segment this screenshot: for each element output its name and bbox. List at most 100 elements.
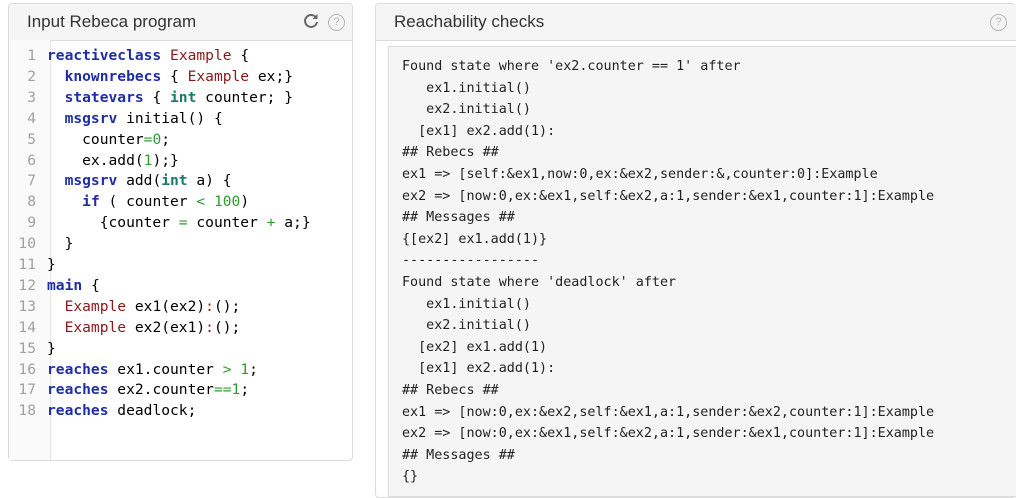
code-line[interactable]: 15} [9,339,56,359]
code-token: main [47,276,83,294]
output-line: [ex1] ex2.add(1): [402,123,556,139]
code-token: reaches [47,381,109,399]
line-number: 15 [18,339,36,357]
output-line: [ex1] ex2.add(1): [402,361,556,377]
code-token: { [82,276,100,294]
output-line: ## Rebecs ## [402,145,499,161]
code-token: == [213,381,232,399]
code-token: ex1.counter [108,360,223,378]
code-token: : [205,297,214,315]
code-token: if [82,193,100,211]
code-token: int [161,172,188,190]
line-number: 7 [27,172,36,190]
code-line[interactable]: 12 main { [9,276,100,296]
code-token: ex.add( [47,151,144,169]
code-token: deadlock; [108,402,197,420]
code-token: counter [47,130,144,148]
refresh-icon[interactable] [302,12,320,35]
code-token: ex;} [249,67,294,85]
code-token: initial() { [117,109,223,127]
line-number: 4 [27,109,36,127]
code-token: ; [240,381,250,399]
code-token: reaches [47,360,109,378]
code-token: (); [213,318,241,336]
code-token: a) { [187,172,232,190]
line-number: 16 [18,360,36,378]
code-line[interactable]: 9 {counter = counter + a;} [9,213,311,233]
code-editor[interactable]: 1 reactiveclass Example {2 knownrebecs { … [9,40,352,460]
code-token: Example [187,67,250,85]
code-token: reactiveclass [47,47,162,64]
code-token: Example [64,297,127,315]
code-line[interactable]: 8 if ( counter < 100) [9,192,249,212]
code-token: ; [161,130,171,148]
code-line[interactable]: 13 Example ex1(ex2):(); [9,297,240,317]
output-line: ex2.initial() [402,318,531,334]
code-text: counter=0; [42,131,170,148]
code-token: (); [213,297,241,315]
code-token: } [47,256,56,273]
code-line[interactable]: 5 counter=0; [9,130,170,150]
code-token: < [196,193,206,211]
code-text: reaches ex2.counter==1; [42,381,249,398]
input-program-header: Input Rebeca program ? [9,4,352,41]
output-line: ex1.initial() [402,296,531,312]
code-line[interactable]: 11} [9,255,56,275]
code-line[interactable]: 3 statevars { int counter; } [9,88,293,108]
code-token: 100 [213,193,241,211]
code-text: Example ex1(ex2):(); [42,297,241,315]
code-line[interactable]: 14 Example ex2(ex1):(); [9,318,240,338]
help-icon[interactable]: ? [990,14,1007,31]
code-text: knownrebecs { Example ex;} [42,68,293,85]
code-token: 1 [231,381,241,399]
output-line: ex1 => [self:&ex1,now:0,ex:&ex2,sender:&… [402,167,878,182]
output-line: {} [402,469,419,485]
output-line: [ex2] ex1.add(1) [402,339,548,355]
code-text: ex.add(1);} [42,152,179,169]
code-line[interactable]: 16 reaches ex1.counter > 1; [9,360,258,380]
code-line[interactable]: 10 } [9,234,73,254]
reachability-header: Reachability checks ? [376,4,1016,41]
code-token: } [47,235,74,253]
output-line: ex2.initial() [402,102,531,118]
help-icon[interactable]: ? [328,14,345,31]
output-line: ## Messages ## [402,447,515,463]
code-token: msgsrv [64,172,118,190]
code-token: add( [117,172,162,190]
line-number: 8 [27,193,36,211]
code-text: statevars { int counter; } [42,89,293,106]
code-token: : [205,318,214,336]
code-token: { [231,47,250,64]
code-text: } [42,340,56,357]
code-line[interactable]: 6 ex.add(1);} [9,151,179,171]
code-token: { [143,88,171,106]
code-text: msgsrv add(int a) { [42,172,232,189]
code-text: main { [42,277,100,294]
code-token: ( counter [99,193,197,211]
reachability-panel: Reachability checks ? Found state where … [375,3,1016,498]
code-token: a;} [275,214,311,232]
code-token: } [47,339,56,357]
code-token: counter [187,214,267,232]
code-token: Example [64,318,127,336]
code-token: ex2.counter [108,381,214,399]
output-line: Found state where 'deadlock' after [402,275,677,290]
code-line[interactable]: 4 msgsrv initial() { [9,109,223,129]
output-line: ex2 => [now:0,ex:&ex1,self:&ex2,a:1,send… [402,426,935,442]
code-line[interactable]: 18 reaches deadlock; [9,401,196,421]
line-number: 11 [18,256,36,273]
code-line[interactable]: 17 reaches ex2.counter==1; [9,380,249,400]
code-line[interactable]: 2 knownrebecs { Example ex;} [9,67,293,87]
code-token: Example [170,47,232,64]
code-token: {counter [47,214,179,232]
code-token: ex1(ex2) [126,297,206,315]
code-line[interactable]: 1 reactiveclass Example { [9,46,249,66]
line-number: 14 [18,318,36,336]
code-line[interactable]: 7 msgsrv add(int a) { [9,171,232,191]
code-token: 0 [152,130,162,148]
